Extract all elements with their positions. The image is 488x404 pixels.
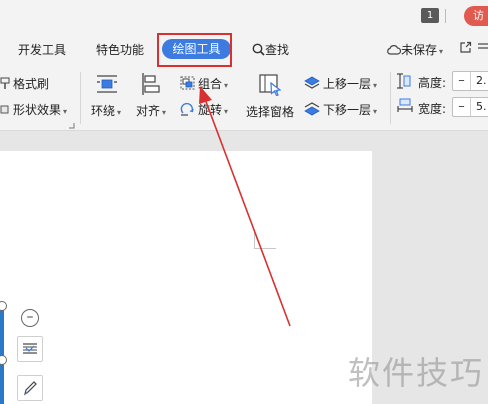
- width-value: 5.: [476, 100, 487, 113]
- chevron-down-icon: ▾: [373, 81, 378, 90]
- width-field[interactable]: – 5.: [452, 97, 488, 117]
- dialog-launcher-icon[interactable]: [68, 122, 75, 129]
- more-icon: [478, 43, 488, 49]
- drawing-tools-ribbon: 格式刷 形状效果 ▾ 环绕 ▾ 对齐 ▾ 组合 ▾ 旋转 ▾ 选择窗格 上移一层…: [0, 66, 488, 131]
- align-label: 对齐: [136, 104, 161, 118]
- wrap-icon: [97, 75, 117, 93]
- tab-developer-tools[interactable]: 开发工具: [18, 41, 66, 58]
- selection-pane-button[interactable]: 选择窗格: [246, 103, 294, 120]
- group-button[interactable]: 组合 ▾: [180, 75, 228, 92]
- width-icon: [397, 98, 413, 112]
- title-separator: [445, 9, 446, 23]
- chevron-down-icon: ▾: [63, 107, 68, 116]
- chevron-down-icon: ▾: [162, 108, 167, 117]
- layout-options-button[interactable]: [17, 336, 43, 362]
- page-margin-marker: [254, 231, 276, 249]
- wrap-label: 环绕: [91, 104, 116, 118]
- watermark-text: 软件技巧: [348, 354, 485, 392]
- chevron-down-icon: ▾: [373, 107, 378, 116]
- chevron-down-icon: ▾: [224, 107, 229, 116]
- more-button[interactable]: [478, 41, 488, 55]
- brush-icon: [0, 77, 10, 89]
- bring-forward-button[interactable]: 上移一层 ▾: [304, 75, 377, 92]
- unsaved-label: 未保存: [401, 43, 438, 57]
- group-icon: [180, 76, 195, 90]
- share-icon: [460, 41, 472, 53]
- height-field[interactable]: – 2.: [452, 71, 488, 91]
- rotate-button[interactable]: 旋转 ▾: [180, 101, 228, 118]
- send-backward-icon: [304, 102, 320, 116]
- format-brush-button[interactable]: 格式刷: [0, 75, 49, 92]
- send-backward-button[interactable]: 下移一层 ▾: [304, 101, 377, 118]
- height-label: 高度:: [418, 76, 447, 90]
- rotate-icon: [180, 102, 194, 116]
- ribbon-tabs: 开发工具 特色功能 绘图工具 查找 未保存 ▾: [0, 32, 488, 66]
- align-button[interactable]: 对齐 ▾: [136, 102, 166, 119]
- rotate-label: 旋转: [198, 103, 223, 117]
- annotation-highlight-box: [157, 33, 232, 67]
- edit-shape-button[interactable]: [17, 375, 43, 401]
- collapse-icon[interactable]: –: [21, 309, 39, 327]
- search-icon: [252, 43, 265, 56]
- window-count-badge[interactable]: 1: [421, 8, 439, 23]
- height-value: 2.: [476, 74, 487, 87]
- wrap-button[interactable]: 环绕 ▾: [91, 102, 121, 119]
- tab-special-features[interactable]: 特色功能: [96, 41, 144, 58]
- title-bar: 1 访: [0, 0, 488, 32]
- format-brush-label: 格式刷: [13, 77, 50, 91]
- wrap-icon: [23, 343, 37, 354]
- height-icon: [397, 73, 411, 89]
- chevron-down-icon: ▾: [117, 108, 122, 117]
- ribbon-divider: [80, 72, 81, 124]
- find-button[interactable]: 查找: [252, 41, 289, 58]
- pen-icon: [24, 381, 37, 396]
- selection-pane-icon: [259, 74, 282, 96]
- bring-forward-icon: [304, 76, 320, 89]
- unsaved-status[interactable]: 未保存 ▾: [386, 41, 443, 58]
- shape-effects-label: 形状效果: [13, 103, 62, 117]
- share-button[interactable]: [459, 41, 472, 55]
- ribbon-divider: [390, 72, 391, 124]
- find-label: 查找: [265, 43, 290, 57]
- document-page[interactable]: [0, 151, 372, 404]
- chevron-down-icon: ▾: [224, 81, 229, 90]
- shape-effects-button[interactable]: 形状效果 ▾: [0, 101, 67, 118]
- height-decrease-button[interactable]: –: [453, 72, 471, 90]
- align-icon: [142, 73, 160, 95]
- width-decrease-button[interactable]: –: [453, 98, 471, 116]
- chevron-down-icon: ▾: [439, 47, 444, 56]
- group-label: 组合: [198, 77, 223, 91]
- width-label: 宽度:: [418, 102, 447, 116]
- visitor-button[interactable]: 访: [464, 6, 488, 26]
- bring-forward-label: 上移一层: [323, 77, 372, 91]
- send-backward-label: 下移一层: [323, 103, 372, 117]
- shape-effects-icon: [0, 105, 9, 114]
- cloud-icon: [387, 45, 402, 55]
